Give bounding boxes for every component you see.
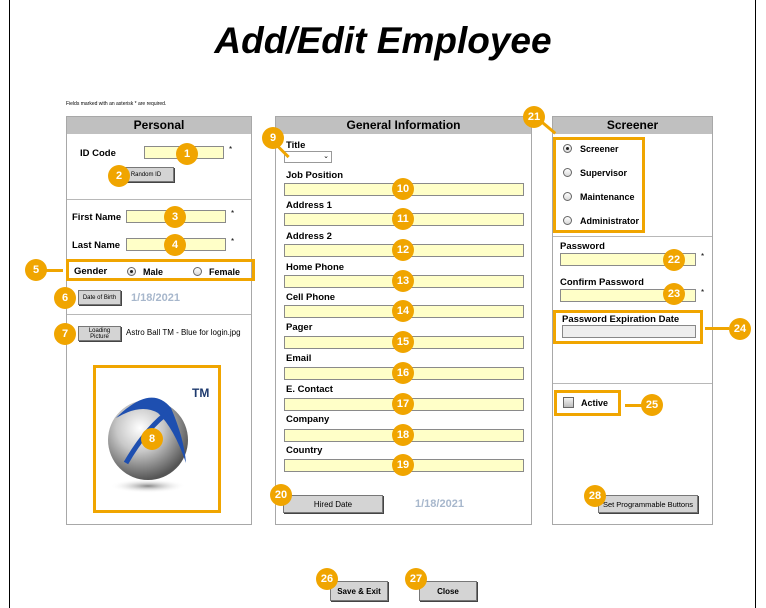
- callout-10: 10: [392, 178, 414, 200]
- hired-date-value: 1/18/2021: [415, 498, 464, 510]
- general-header: General Information: [276, 117, 531, 134]
- confirm-password-required: *: [701, 288, 705, 297]
- last-name-label: Last Name: [72, 240, 121, 251]
- callout-19: 19: [392, 454, 414, 476]
- first-name-required: *: [231, 209, 235, 218]
- callout-23: 23: [663, 283, 685, 305]
- address2-label: Address 2: [286, 231, 332, 242]
- callout-6: 6: [54, 287, 76, 309]
- dob-value: 1/18/2021: [131, 292, 180, 304]
- callout-2: 2: [108, 165, 130, 187]
- screener-divider-2: [553, 383, 712, 384]
- callout-8: 8: [141, 428, 163, 450]
- required-note: Fields marked with an asterisk * are req…: [66, 101, 167, 107]
- country-label: Country: [286, 445, 323, 456]
- company-label: Company: [286, 414, 330, 425]
- job-position-label: Job Position: [286, 170, 343, 181]
- callout-25: 25: [641, 394, 663, 416]
- page-title: Add/Edit Employee: [214, 20, 552, 61]
- callout-7: 7: [54, 323, 76, 345]
- password-required: *: [701, 252, 705, 261]
- cell-phone-label: Cell Phone: [286, 292, 336, 303]
- callout-24-arrow: [705, 327, 729, 330]
- window-right-border: [755, 0, 756, 608]
- personal-header: Personal: [67, 117, 251, 134]
- last-name-required: *: [231, 237, 235, 246]
- address1-label: Address 1: [286, 200, 332, 211]
- personal-divider-1: [67, 199, 251, 200]
- id-code-required: *: [229, 145, 233, 154]
- first-name-label: First Name: [72, 212, 122, 223]
- callout-15: 15: [392, 331, 414, 353]
- confirm-password-label: Confirm Password: [560, 277, 644, 288]
- title-label: Title: [286, 140, 306, 151]
- picture-filename: Astro Ball TM - Blue for login.jpg: [126, 328, 241, 337]
- password-expiration-highlight: [553, 310, 703, 344]
- callout-17: 17: [392, 393, 414, 415]
- role-highlight: [553, 137, 645, 233]
- screener-divider-1: [553, 236, 712, 237]
- callout-26: 26: [316, 568, 338, 590]
- window-left-border: [9, 0, 10, 608]
- callout-24: 24: [729, 318, 751, 340]
- id-code-label: ID Code: [80, 148, 116, 159]
- callout-13: 13: [392, 270, 414, 292]
- callout-27: 27: [405, 568, 427, 590]
- screener-header: Screener: [553, 117, 712, 134]
- email-label: Email: [286, 353, 312, 364]
- econtact-label: E. Contact: [286, 384, 333, 395]
- callout-4: 4: [164, 234, 186, 256]
- password-label: Password: [560, 241, 605, 252]
- date-of-birth-button[interactable]: Date of Birth: [78, 290, 121, 305]
- callout-18: 18: [392, 424, 414, 446]
- home-phone-label: Home Phone: [286, 262, 345, 273]
- callout-12: 12: [392, 239, 414, 261]
- title-select[interactable]: ⌄: [284, 151, 332, 163]
- save-exit-button[interactable]: Save & Exit: [330, 581, 388, 601]
- callout-5: 5: [25, 259, 47, 281]
- hired-date-button[interactable]: Hired Date: [283, 495, 383, 513]
- loading-picture-button[interactable]: Loading Picture: [78, 326, 121, 341]
- callout-22: 22: [663, 249, 685, 271]
- callout-3: 3: [164, 206, 186, 228]
- callout-9: 9: [262, 127, 284, 149]
- gender-highlight: [66, 259, 255, 281]
- callout-1: 1: [176, 143, 198, 165]
- callout-28: 28: [584, 485, 606, 507]
- set-programmable-buttons-button[interactable]: Set Programmable Buttons: [598, 495, 698, 513]
- active-highlight: [554, 390, 621, 416]
- callout-20: 20: [270, 484, 292, 506]
- close-button[interactable]: Close: [419, 581, 477, 601]
- personal-divider-2: [67, 314, 251, 315]
- callout-16: 16: [392, 362, 414, 384]
- pager-label: Pager: [286, 322, 313, 333]
- callout-14: 14: [392, 300, 414, 322]
- callout-21: 21: [523, 106, 545, 128]
- callout-11: 11: [392, 208, 414, 230]
